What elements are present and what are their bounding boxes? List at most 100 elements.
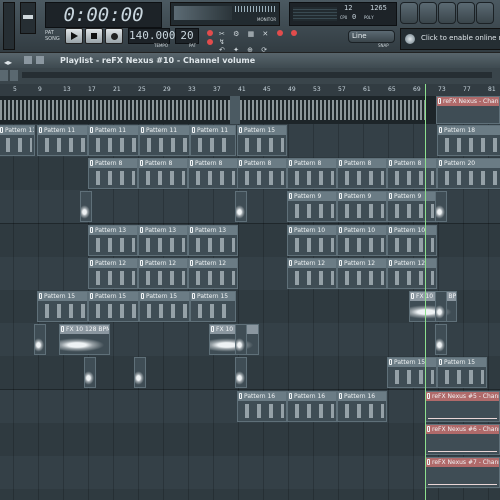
pattern-clip[interactable]: Pattern 12 [337, 257, 387, 289]
pattern-clip[interactable]: Pattern 8 [188, 158, 238, 190]
snap-icon[interactable] [36, 56, 44, 64]
pattern-clip[interactable]: Pattern 9 [337, 191, 387, 223]
automation-clip-master[interactable]: reFX Nexus - Channel v [436, 96, 500, 124]
pattern-clip[interactable]: Pattern 13 [138, 224, 188, 256]
pattern-clip[interactable]: Pattern 15 [190, 291, 236, 322]
automation-clip[interactable]: reFX Nexus #7 - Channel vo [425, 457, 500, 488]
clip-notes [1, 138, 32, 152]
scroll-left-icon[interactable] [0, 70, 8, 81]
step-sequencer-button[interactable] [419, 2, 437, 24]
pattern-clip[interactable]: Pattern 10 [337, 224, 387, 256]
metronome-icon[interactable] [207, 39, 213, 45]
waveform [436, 304, 446, 320]
pattern-clip[interactable]: Pattern 8 [237, 158, 287, 190]
pattern-clip[interactable]: Pattern 16 [287, 390, 337, 422]
pitch-slider[interactable] [20, 2, 36, 34]
pattern-clip[interactable]: Pattern 11 [0, 125, 35, 156]
pattern-clip[interactable]: Pattern 8 [138, 158, 188, 190]
waveform [35, 337, 45, 354]
pattern-clip[interactable]: Pattern 15 [437, 357, 487, 389]
audio-clip[interactable]: FX 10 128 BPM [409, 291, 457, 322]
audio-clip-short[interactable] [435, 291, 447, 322]
waveform [210, 337, 258, 354]
pattern-clip[interactable]: Pattern 18 [437, 125, 500, 156]
audio-clip-short[interactable] [435, 324, 447, 356]
pattern-clip[interactable]: Pattern 15 [237, 125, 287, 156]
pattern-clip[interactable]: Pattern 8 [387, 158, 437, 190]
pattern-clip[interactable]: Pattern 9 [387, 191, 437, 223]
automation-clip[interactable]: reFX Nexus #6 - Channel vo [425, 423, 500, 455]
playlist-titlebar[interactable]: ◂▸ Playlist - reFX Nexus #10 - Channel v… [0, 52, 500, 69]
pattern-clip[interactable]: Pattern 12 [387, 257, 437, 289]
automation-clip[interactable]: reFX Nexus #5 - Channel vo [425, 390, 500, 422]
pattern-mode-label: PAT SONG [45, 30, 60, 42]
pattern-clip[interactable]: Pattern 8 [88, 158, 138, 190]
pattern-number-display[interactable]: 20 [175, 28, 199, 44]
playhead[interactable] [425, 84, 426, 500]
audio-clip-short[interactable] [134, 357, 146, 389]
mixer-button[interactable] [476, 2, 494, 24]
clip-notes [141, 237, 185, 252]
audio-clip-short[interactable] [235, 324, 247, 356]
audio-clip-short[interactable] [235, 191, 247, 223]
scroll-right-icon[interactable] [10, 70, 18, 81]
audio-clip-short[interactable] [80, 191, 92, 223]
pattern-clip[interactable]: Pattern 11 [139, 125, 190, 156]
browser-button[interactable] [457, 2, 475, 24]
stop-button[interactable] [85, 28, 103, 44]
pattern-clip[interactable]: Pattern 15 [139, 291, 190, 322]
pattern-clip[interactable]: Pattern 13 [88, 224, 138, 256]
pattern-clip[interactable]: Pattern 13 [188, 224, 238, 256]
record-mode-icon[interactable] [207, 30, 213, 36]
tempo-display[interactable]: 140.000 [128, 28, 175, 44]
audio-clip-short[interactable] [435, 191, 447, 223]
pattern-clip[interactable]: Pattern 12 [138, 257, 188, 289]
edit-tool-buttons[interactable]: ✂ ⚙ ▦ ✕ ↯↶ ✦ ⊕ ⟳ ↻ [205, 28, 317, 62]
audio-clip-short[interactable] [34, 324, 46, 356]
waveform [60, 337, 109, 354]
pattern-clip[interactable]: Pattern 12 [287, 257, 337, 289]
pattern-clip[interactable]: Pattern 8 [287, 158, 337, 190]
ruler-tick: 73 [438, 86, 446, 93]
pattern-clip[interactable]: Pattern 20 [437, 158, 500, 190]
piano-roll-button[interactable] [438, 2, 456, 24]
clip-label: Pattern 12 [189, 258, 237, 268]
online-news-bar[interactable]: Click to enable online ne [400, 28, 500, 50]
pattern-clip[interactable]: Pattern 16 [237, 390, 287, 422]
pattern-clip[interactable]: Pattern 15 [37, 291, 88, 322]
pattern-clip[interactable]: Pattern 11 [88, 125, 139, 156]
horizontal-scrollbar[interactable] [22, 72, 492, 78]
pattern-clip[interactable]: Pattern 10 [387, 224, 437, 256]
clip-notes [290, 171, 334, 186]
playlist-button[interactable] [400, 2, 418, 24]
pattern-clip[interactable]: Pattern 9 [287, 191, 337, 223]
shortcut-buttons[interactable] [400, 2, 500, 24]
audio-clip-short[interactable] [235, 357, 247, 389]
main-volume-slider[interactable] [3, 2, 15, 50]
pattern-clip[interactable]: Pattern 11 [190, 125, 236, 156]
pattern-clip[interactable]: Pattern 11 [37, 125, 88, 156]
audio-clip[interactable]: FX 10 1 [209, 324, 259, 356]
record-button[interactable] [105, 28, 123, 44]
clip-label: Pattern 18 [438, 126, 500, 135]
audio-clip[interactable]: FX 10 128 BPM [59, 324, 110, 356]
time-display[interactable]: 0:00:00 [45, 2, 162, 28]
typing-keyboard-icon[interactable] [291, 30, 297, 36]
tool-icons[interactable]: ✂ ⚙ ▦ ✕ ↯↶ ✦ ⊕ ⟳ ↻ [219, 30, 279, 62]
pattern-clip[interactable]: Pattern 16 [337, 390, 387, 422]
clip-notes [440, 370, 484, 385]
pattern-clip[interactable]: Pattern 15 [387, 357, 437, 389]
pat-label: PAT [189, 43, 197, 48]
pattern-clip[interactable]: Pattern 12 [188, 257, 238, 289]
clip-label: Pattern 9 [338, 192, 386, 202]
pattern-clip[interactable]: Pattern 8 [337, 158, 387, 190]
playlist-menu-icon[interactable] [24, 56, 32, 64]
ruler-tick: 57 [338, 86, 346, 93]
audio-clip-short[interactable] [84, 357, 96, 389]
pattern-clip[interactable]: Pattern 12 [88, 257, 138, 289]
pattern-clip[interactable]: Pattern 10 [287, 224, 337, 256]
snap-select[interactable]: Line [348, 30, 395, 43]
ruler-tick: 17 [88, 86, 96, 93]
pattern-clip[interactable]: Pattern 15 [88, 291, 139, 322]
play-button[interactable] [65, 28, 83, 44]
